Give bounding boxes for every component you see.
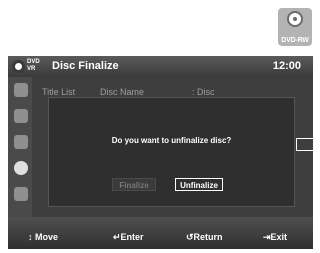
sidebar-item-edit-icon[interactable] — [14, 135, 28, 149]
dialog-message: Do you want to unfinalize disc? — [111, 136, 232, 145]
sidebar-item-setup-icon[interactable] — [14, 187, 28, 201]
sidebar-item-library-icon[interactable] — [14, 109, 28, 123]
page-title: Disc Finalize — [52, 60, 119, 72]
format-label: DVD VR — [27, 59, 40, 72]
field-outline — [296, 138, 313, 151]
disc-icon — [12, 60, 25, 73]
column-disc: : Disc — [192, 87, 215, 97]
bottom-help-bar: ↕ Move ↵Enter ↺Return ⇥Exit — [8, 217, 313, 249]
badge-label: DVD-RW — [281, 37, 309, 44]
column-title-list: Title List — [42, 87, 76, 97]
sidebar-item-disc-manager-icon[interactable] — [14, 161, 28, 175]
sidebar-item-title-list-icon[interactable] — [14, 83, 28, 97]
exit-hint: ⇥Exit — [263, 232, 288, 242]
enter-hint: ↵Enter — [113, 232, 144, 242]
dvd-rw-badge: DVD-RW — [278, 8, 312, 46]
sidebar — [8, 77, 32, 217]
return-hint: ↺Return — [186, 232, 223, 242]
unfinalize-dialog: Do you want to unfinalize disc? Finalize… — [48, 97, 295, 207]
finalize-button[interactable]: Finalize — [112, 178, 156, 191]
move-hint: ↕ Move — [28, 232, 59, 242]
disc-icon — [287, 11, 303, 27]
unfinalize-button[interactable]: Unfinalize — [175, 178, 223, 191]
clock: 12:00 — [272, 60, 301, 72]
title-bar: DVD VR Disc Finalize 12:00 — [8, 56, 313, 77]
column-disc-name: Disc Name — [100, 87, 145, 97]
